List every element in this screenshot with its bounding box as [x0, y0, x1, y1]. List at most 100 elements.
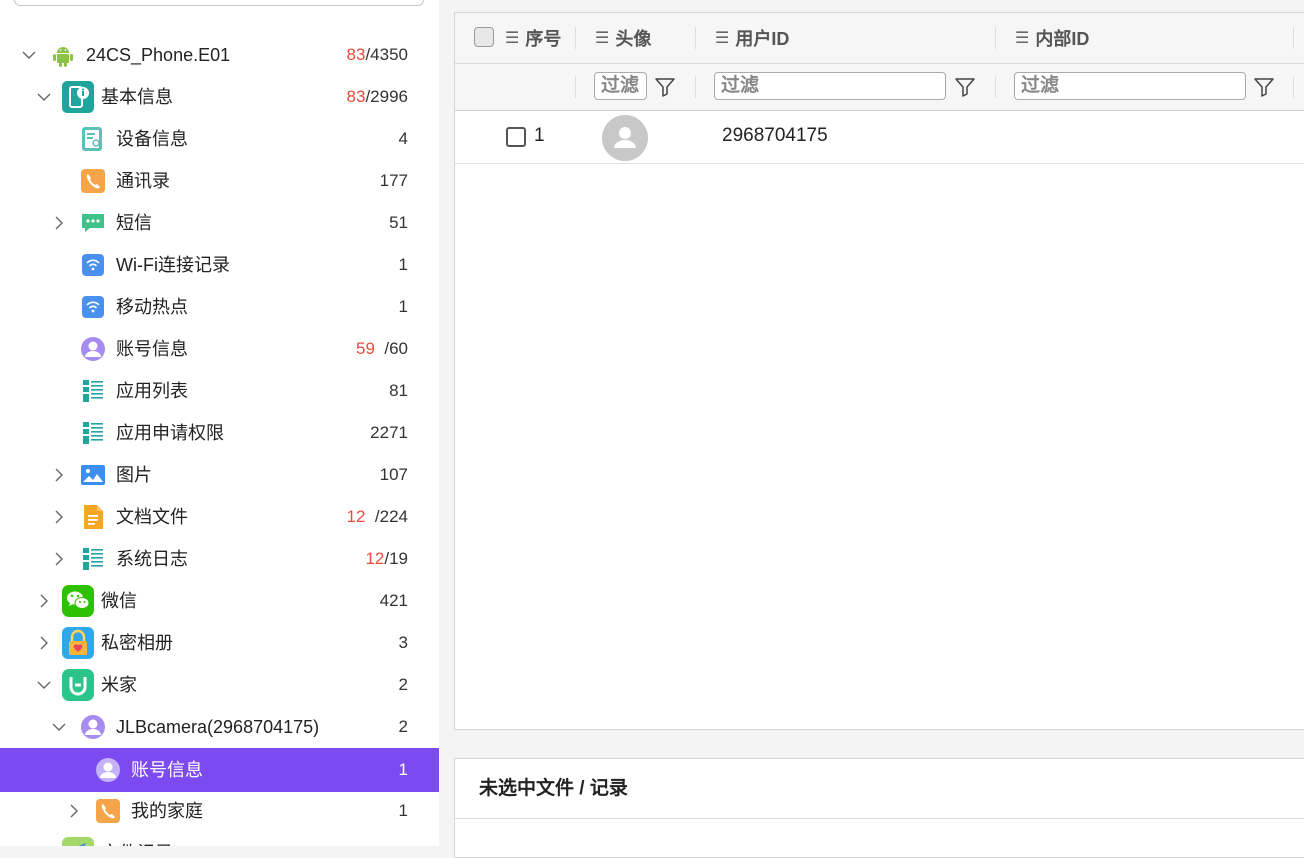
chevron-right-icon[interactable] [52, 216, 66, 230]
tree-item-label: Wi-Fi连接记录 [116, 255, 230, 275]
phone-book-icon [80, 168, 106, 194]
user-id-filter-input[interactable]: 过滤 [714, 72, 946, 100]
tree-item-label: 我的家庭 [131, 801, 203, 821]
tree-item-label: 图片 [116, 465, 152, 485]
tree-item-mijia[interactable]: 米家 2 [0, 664, 439, 706]
message-icon [80, 210, 106, 236]
tree-item-basic-info[interactable]: 基本信息 83/2996 [0, 76, 439, 118]
tree-item-count: 83/4350 [346, 45, 408, 64]
chevron-down-icon[interactable] [52, 720, 66, 734]
tree-item-wifi[interactable]: Wi-Fi连接记录 1 [0, 244, 439, 286]
tree-item-count: 83/2996 [346, 87, 408, 106]
tree-item-jlb-account-info[interactable]: 账号信息 1 [0, 748, 439, 792]
tree-item-count: 12 /224 [346, 507, 408, 526]
tree-item-app-permissions[interactable]: 应用申请权限 2271 [0, 412, 439, 454]
tree-item-partial[interactable]: 文件记录 [0, 832, 439, 846]
tree-item-wechat[interactable]: 微信 421 [0, 580, 439, 622]
detail-panel: 未选中文件 / 记录 [454, 758, 1304, 858]
basic-info-icon [62, 81, 94, 113]
tree-item-device-info[interactable]: 设备信息 4 [0, 118, 439, 160]
avatar-filter-input[interactable]: 过滤 [594, 72, 647, 100]
tree-item-label: 24CS_Phone.E01 [86, 45, 231, 65]
chevron-down-icon[interactable] [37, 678, 51, 692]
column-label: 头像 [615, 29, 652, 49]
tree-item-account-info[interactable]: 账号信息 59 /60 [0, 328, 439, 370]
user-icon [95, 757, 121, 783]
tree-item-label: 移动热点 [116, 297, 188, 317]
tree-item-label: 设备信息 [116, 129, 188, 149]
column-header-user-id[interactable]: ☰ 用户ID [715, 13, 789, 63]
internal-id-filter-input[interactable]: 过滤 [1014, 72, 1246, 100]
tree-item-label: 微信 [101, 591, 137, 611]
tree-item-label: JLBcamera(2968704175) [116, 717, 320, 737]
chevron-right-icon[interactable] [52, 468, 66, 482]
filter-icon[interactable] [654, 76, 676, 98]
tree-item-contacts[interactable]: 通讯录 177 [0, 160, 439, 202]
tree-item-jlbcamera[interactable]: JLBcamera(2968704175) 2 [0, 706, 439, 748]
column-header-index[interactable]: ☰ 序号 [505, 13, 561, 63]
divider [455, 818, 1304, 819]
list-icon [80, 378, 106, 404]
list-icon [80, 546, 106, 572]
tree-item-count: 1 [398, 760, 408, 779]
tree-item-documents[interactable]: 文档文件 12 /224 [0, 496, 439, 538]
tree-item-label: 通讯录 [116, 171, 170, 191]
wifi-icon [80, 252, 106, 278]
filter-icon[interactable] [954, 76, 976, 98]
tree-item-count: 51 [389, 213, 408, 232]
image-icon [80, 462, 106, 488]
chevron-down-icon[interactable] [37, 90, 51, 104]
column-divider[interactable] [995, 27, 996, 49]
tree-item-label: 私密相册 [101, 633, 173, 653]
tree-item-label: 米家 [101, 675, 137, 695]
default-avatar-icon [602, 115, 648, 161]
tree-item-count: 12/19 [365, 549, 408, 568]
tree-search-box[interactable] [14, 0, 424, 6]
chevron-right-icon[interactable] [37, 636, 51, 650]
chevron-right-icon[interactable] [37, 594, 51, 608]
table-row[interactable]: 1 2968704175 [455, 111, 1304, 164]
tree-item-label: 应用申请权限 [116, 423, 224, 443]
mijia-icon [62, 669, 94, 701]
tree-item-private-album[interactable]: 私密相册 3 [0, 622, 439, 664]
tree-item-hotspot[interactable]: 移动热点 1 [0, 286, 439, 328]
tree-item-count: 59 /60 [355, 339, 408, 358]
grid-filter-row: 过滤 过滤 过滤 [455, 64, 1304, 111]
user-icon [80, 336, 106, 362]
chevron-right-icon[interactable] [67, 804, 81, 818]
tree-item-app-list[interactable]: 应用列表 81 [0, 370, 439, 412]
lock-album-icon [62, 627, 94, 659]
column-divider [575, 76, 576, 98]
data-grid: ☰序号 ☰头像 ☰用户ID ☰内部ID 过滤 过滤 过滤 1 29687 [454, 12, 1304, 730]
column-divider[interactable] [575, 27, 576, 49]
chevron-right-icon[interactable] [52, 510, 66, 524]
tree-item-count: 2 [398, 675, 408, 694]
chevron-down-icon[interactable] [22, 48, 36, 62]
select-all-checkbox[interactable] [474, 27, 494, 47]
user-icon [80, 714, 106, 740]
column-divider [695, 76, 696, 98]
tree-item-label: 应用列表 [116, 381, 188, 401]
tree-item-system-log[interactable]: 系统日志 12/19 [0, 538, 439, 580]
tree-item-sms[interactable]: 短信 51 [0, 202, 439, 244]
document-icon [80, 504, 106, 530]
tree-item-count: 421 [379, 591, 408, 610]
row-index: 1 [534, 125, 545, 146]
android-icon [50, 43, 76, 67]
tree-item-count: 3 [398, 633, 408, 652]
filter-icon[interactable] [1253, 76, 1275, 98]
device-info-icon [80, 126, 106, 152]
column-divider[interactable] [1293, 27, 1294, 49]
tree-item-root[interactable]: 24CS_Phone.E01 83/4350 [0, 34, 439, 76]
chevron-right-icon[interactable] [52, 552, 66, 566]
tree-item-count: 1 [398, 297, 408, 316]
tree-item-count: 107 [379, 465, 408, 484]
tree-item-my-home[interactable]: 我的家庭 1 [0, 790, 439, 832]
column-header-avatar[interactable]: ☰ 头像 [595, 13, 651, 63]
column-divider[interactable] [695, 27, 696, 49]
row-checkbox[interactable] [506, 127, 526, 147]
tree-item-pictures[interactable]: 图片 107 [0, 454, 439, 496]
column-header-internal-id[interactable]: ☰ 内部ID [1015, 13, 1089, 63]
tree-item-count: 81 [389, 381, 408, 400]
detail-title: 未选中文件 / 记录 [479, 778, 628, 799]
